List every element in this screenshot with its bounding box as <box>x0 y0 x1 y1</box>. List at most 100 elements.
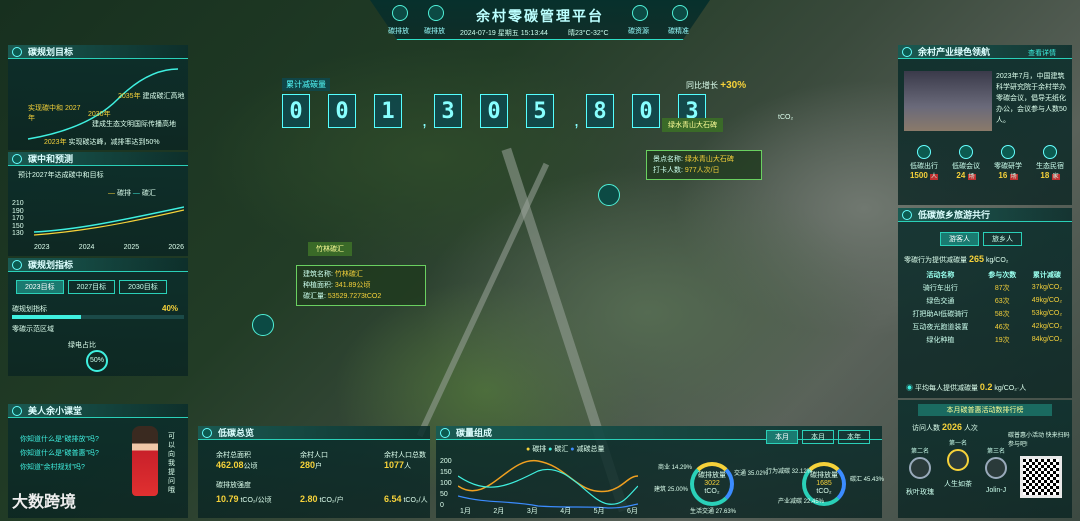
nav-right-1[interactable]: 碳精准 <box>668 26 689 36</box>
target-icon <box>12 47 22 57</box>
ranking-avatar <box>909 457 931 479</box>
overview-value: 1077人 <box>384 460 412 470</box>
overview-label: 余村人口总数 <box>384 452 426 459</box>
indicator-label: 绿电占比 <box>68 342 96 349</box>
nav-emission-icon[interactable] <box>392 5 408 21</box>
spot1-tag[interactable]: 建筑名称: 竹林碳汇 种植面积: 341.89公顷 碳汇量: 53529.727… <box>296 265 426 306</box>
forecast-title: 碳中和预测 <box>8 152 188 166</box>
view-details-link[interactable]: 查看详情 <box>1028 48 1056 58</box>
nav-emission-icon[interactable] <box>428 5 444 21</box>
goals-panel: 碳规划目标 2035年 建成碳汇高地 2030年 建成生态文明国际传播高地 实现… <box>8 45 188 150</box>
nav-right-0[interactable]: 碳资源 <box>628 26 649 36</box>
legend-sink: 碳汇 <box>141 190 156 197</box>
indicator-pct: 40% <box>162 304 179 313</box>
indicators-panel: 碳规划指标 2023目标 2027目标 2030目标 碳规划指标 40% 零碳示范区… <box>8 258 188 376</box>
nav-resource-icon[interactable] <box>632 5 648 21</box>
overview-label: 余村总面积 <box>216 452 251 459</box>
overview-value: 2.80 tCO₂/户 <box>300 494 344 504</box>
ranking-place: 第三名 Jolin-J <box>985 449 1007 494</box>
tab-year[interactable]: 本年 <box>838 430 870 444</box>
goal-year: 2035年 <box>118 93 141 100</box>
counter-unit: tCO₂ <box>778 114 794 121</box>
brand-logo: 大数跨境 <box>12 494 77 511</box>
comp-yticks: 200 150 100 50 0 <box>440 458 452 509</box>
industry-stat-icon <box>959 145 973 159</box>
lesson-question[interactable]: 你知道"余村规划"吗? <box>20 462 85 472</box>
tab-2030[interactable]: 2030目标 <box>119 280 167 294</box>
industry-stat-icon <box>1043 145 1057 159</box>
lesson-icon <box>12 406 22 416</box>
counter-digit: 1 <box>374 94 402 128</box>
counter-separator: , <box>422 110 428 130</box>
composition-icon <box>440 428 450 438</box>
forecast-lines <box>34 206 184 236</box>
industry-panel: 余村产业绿色领航 查看详情 2023年7月，中国建筑科学研究院于余村举办零碳会议… <box>898 45 1072 205</box>
tab-tourist[interactable]: 游客人 <box>940 232 979 246</box>
tab-villager[interactable]: 旅乡人 <box>983 232 1022 246</box>
travel-summary-label: 零碳行为提供减碳量 <box>904 257 967 264</box>
table-row: 绿化种植 19次 84kg/CO₂ <box>926 336 1063 344</box>
donut-label: 碳排放量 1685 tCO₂ <box>810 472 838 495</box>
overview-icon <box>202 428 212 438</box>
donut-part: 产业减碳 22.45% <box>778 499 825 505</box>
lesson-question[interactable]: 你知道什么是"碳普惠"吗? <box>20 448 99 458</box>
industry-text: 2023年7月，中国建筑科学研究院于余村举办零碳会议，倡导无纸化办公，会议参与人… <box>996 73 1067 124</box>
tab-month2[interactable]: 本月 <box>802 430 834 444</box>
lesson-question[interactable]: 你知道什么是"碳排放"吗? <box>20 434 99 444</box>
avg-value: 0.2 <box>979 382 993 392</box>
indicators-title: 碳规划指标 <box>8 258 188 272</box>
goal-year: 2023年 <box>44 139 67 146</box>
travel-panel: 低碳旅乡旅游共行 游客人 旅乡人 零碳行为提供减碳量 265 kg/CO₂ 活动名… <box>898 208 1072 398</box>
nav-left-0[interactable]: 碳排放 <box>388 26 409 36</box>
counter-digit: 0 <box>632 94 660 128</box>
forecast-panel: 碳中和预测 预计2027年达成碳中和目标 — 碳排 — 碳汇 210 190 170… <box>8 152 188 256</box>
nav-left-1[interactable]: 碳排放 <box>424 26 445 36</box>
travel-title: 低碳旅乡旅游共行 <box>898 208 1072 222</box>
counter-digit: 0 <box>328 94 356 128</box>
industry-stat: 低碳出行 1500 人 <box>904 145 944 180</box>
nav-precision-icon[interactable] <box>672 5 688 21</box>
donut-part: 碳汇 45.43% <box>850 477 885 483</box>
legend: 减碳总量 <box>576 446 605 453</box>
green-power-ring: 50% <box>86 350 108 372</box>
goal-text: 建成碳汇高地 <box>142 93 185 100</box>
counter-digit: 8 <box>586 94 614 128</box>
forecast-yticks: 210 190 170 150 130 <box>12 200 24 237</box>
counter-digit: 0 <box>282 94 310 128</box>
ranking-avatar <box>985 457 1007 479</box>
overview-value: 6.54 tCO₂/人 <box>384 494 428 504</box>
datetime: 2024-07-19 星期五 15:13:44 <box>460 30 548 37</box>
industry-stat-icon <box>917 145 931 159</box>
ranking-title: 本月碳普惠活动数排行榜 <box>918 404 1052 416</box>
growth: 同比增长 +30% <box>686 80 747 91</box>
tab-2023[interactable]: 2023目标 <box>16 280 64 294</box>
spot2-title[interactable]: 绿水青山大石碑 <box>662 118 723 132</box>
map-marker-icon[interactable] <box>598 184 620 206</box>
goal-year: 实现碳中和 2027年 <box>28 105 81 122</box>
ranking-place: 第一名 人生如茶 <box>944 441 972 488</box>
visits-label: 访问人数 <box>912 425 940 432</box>
overview-value: 280户 <box>300 460 323 470</box>
qr-code[interactable] <box>1020 456 1062 498</box>
avg-label: 平均每人提供减碳量 <box>914 385 978 392</box>
counter-separator: , <box>574 110 580 130</box>
page-title: 余村零碳管理平台 <box>476 8 604 24</box>
donut-part: 商业 14.29% <box>658 465 693 471</box>
goals-title: 碳规划目标 <box>8 45 188 59</box>
table-row: 互动夜光跑道装置 46次 42kg/CO₂ <box>912 323 1063 331</box>
goal-text: 实现碳达峰，减排率达到50% <box>68 139 160 146</box>
overview-label: 余村人口 <box>300 452 328 459</box>
spot1-title[interactable]: 竹林碳汇 <box>308 242 352 256</box>
meeting-photo <box>904 71 992 131</box>
indicator-icon <box>12 260 22 270</box>
spot2-tag[interactable]: 景点名称: 绿水青山大石碑 打卡人数: 977人次/日 <box>646 150 762 180</box>
ask-me-label: 可以向我提问哦 <box>168 433 175 494</box>
overview-value: 10.79 tCO₂/公顷 <box>216 494 272 504</box>
tab-month[interactable]: 本月 <box>766 430 798 444</box>
industry-stat: 生态民宿 18 家 <box>1030 145 1070 180</box>
avatar-girl-icon <box>132 426 158 496</box>
counter-digit: 0 <box>480 94 508 128</box>
ranking-avatar <box>947 449 969 471</box>
tab-2027[interactable]: 2027目标 <box>67 280 116 294</box>
map-marker-icon[interactable] <box>252 314 274 336</box>
